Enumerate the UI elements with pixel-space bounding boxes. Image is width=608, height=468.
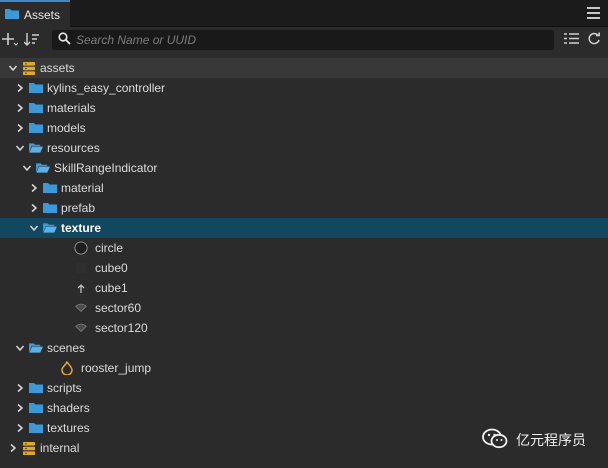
folder-icon (29, 401, 43, 415)
tree-item-texture[interactable]: texture (0, 218, 608, 238)
arrow-up-texture-icon (74, 281, 88, 295)
tree-item-scenes[interactable]: scenes (0, 338, 608, 358)
tree-item-label: sector60 (95, 301, 142, 315)
assets-toolbar (0, 28, 608, 52)
chevron-down-icon[interactable] (7, 62, 19, 74)
tree-item-models[interactable]: models (0, 118, 608, 138)
hamburger-icon[interactable] (587, 7, 600, 19)
cube-texture-icon (74, 261, 88, 275)
chevron-right-icon[interactable] (28, 202, 40, 214)
panel-tab-bar: Assets (0, 0, 608, 27)
tree-item-label: assets (40, 61, 75, 75)
tree-item-label: shaders (47, 401, 90, 415)
tree-item-cube1[interactable]: cube1 (0, 278, 608, 298)
tree-item-label: internal (40, 441, 80, 455)
chevron-right-icon[interactable] (14, 402, 26, 414)
search-input[interactable] (76, 33, 546, 47)
tree-item-circle[interactable]: circle (0, 238, 608, 258)
tree-item-kylins-easy-controller[interactable]: kylins_easy_controller (0, 78, 608, 98)
folder-icon (5, 7, 19, 22)
tree-item-sector120[interactable]: sector120 (0, 318, 608, 338)
folder-icon (29, 421, 43, 435)
tree-item-label: prefab (61, 201, 96, 215)
folder-icon (29, 381, 43, 395)
tree-item-label: textures (47, 421, 90, 435)
tree-item-label: texture (61, 221, 102, 235)
circle-texture-icon (74, 241, 88, 255)
tree-item-label: cube0 (95, 261, 128, 275)
chevron-down-icon[interactable] (21, 162, 33, 174)
tree-item-label: sector120 (95, 321, 148, 335)
tree-item-material[interactable]: material (0, 178, 608, 198)
folder-icon (29, 121, 43, 135)
refresh-button[interactable] (584, 30, 604, 50)
folder-icon (29, 101, 43, 115)
plus-icon (2, 32, 19, 49)
tree-item-label: materials (47, 101, 96, 115)
tree-item-label: scenes (47, 341, 86, 355)
chevron-right-icon[interactable] (14, 102, 26, 114)
folder-open-icon (36, 161, 50, 175)
tab-assets[interactable]: Assets (0, 0, 70, 27)
tree-item-cube0[interactable]: cube0 (0, 258, 608, 278)
folder-open-icon (29, 141, 43, 155)
tree-item-rooster-jump[interactable]: rooster_jump (0, 358, 608, 378)
collapse-list-icon (563, 32, 579, 48)
tree-item-label: cube1 (95, 281, 128, 295)
folder-open-icon (29, 341, 43, 355)
folder-open-icon (43, 221, 57, 235)
tree-item-label: circle (95, 241, 124, 255)
sort-icon (23, 32, 40, 49)
tree-item-resources[interactable]: resources (0, 138, 608, 158)
tree-item-label: rooster_jump (81, 361, 152, 375)
tree-item-label: material (61, 181, 104, 195)
scene-icon (60, 361, 74, 375)
watermark: 亿元程序员 (482, 428, 586, 453)
tree-item-prefab[interactable]: prefab (0, 198, 608, 218)
watermark-text: 亿元程序员 (516, 433, 586, 449)
database-icon (22, 441, 36, 455)
sort-button[interactable] (22, 30, 42, 50)
folder-icon (43, 201, 57, 215)
tree-item-shaders[interactable]: shaders (0, 398, 608, 418)
add-asset-button[interactable] (0, 30, 20, 50)
chevron-right-icon[interactable] (14, 122, 26, 134)
tree-item-assets[interactable]: assets (0, 58, 608, 78)
tree-item-label: kylins_easy_controller (47, 81, 166, 95)
tree-item-scripts[interactable]: scripts (0, 378, 608, 398)
chevron-right-icon[interactable] (14, 422, 26, 434)
search-icon (58, 32, 71, 48)
tree-item-label: resources (47, 141, 100, 155)
wechat-icon (482, 428, 508, 453)
tree-item-materials[interactable]: materials (0, 98, 608, 118)
chevron-right-icon[interactable] (28, 182, 40, 194)
chevron-down-icon[interactable] (14, 342, 26, 354)
sector-texture-icon (74, 301, 88, 315)
refresh-icon (587, 32, 601, 49)
folder-icon (43, 181, 57, 195)
search-box (52, 30, 554, 50)
tree-item-label: models (47, 121, 86, 135)
chevron-right-icon[interactable] (14, 382, 26, 394)
sector-texture-icon (74, 321, 88, 335)
chevron-right-icon[interactable] (7, 442, 19, 454)
chevron-right-icon[interactable] (14, 82, 26, 94)
folder-icon (29, 81, 43, 95)
tree-item-label: SkillRangeIndicator (54, 161, 158, 175)
collapse-all-button[interactable] (561, 30, 581, 50)
tree-item-sector60[interactable]: sector60 (0, 298, 608, 318)
chevron-down-icon[interactable] (14, 142, 26, 154)
tab-label: Assets (24, 7, 61, 22)
database-icon (22, 61, 36, 75)
chevron-down-icon[interactable] (28, 222, 40, 234)
asset-tree: assets kylins_easy_controller materials mod… (0, 58, 608, 458)
tree-item-skillrangeindicator[interactable]: SkillRangeIndicator (0, 158, 608, 178)
tree-item-label: scripts (47, 381, 82, 395)
